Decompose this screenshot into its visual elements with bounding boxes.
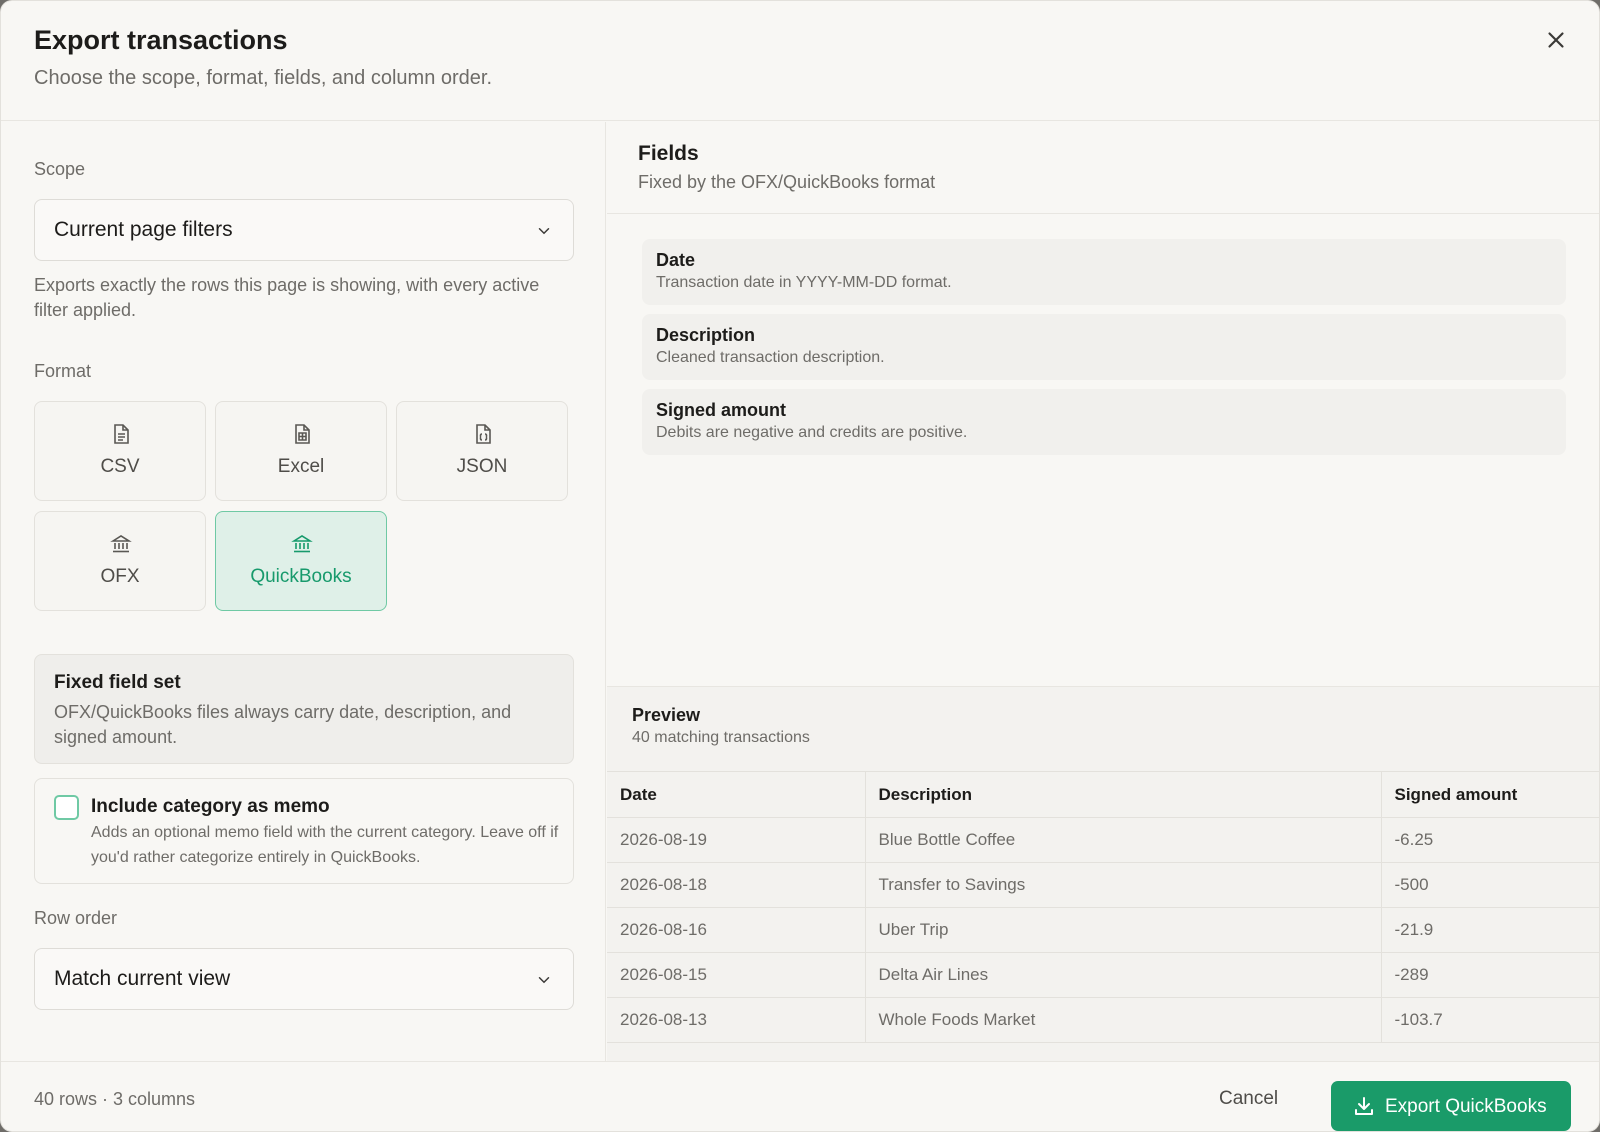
export-button[interactable]: Export QuickBooks (1331, 1081, 1571, 1131)
format-option-label: JSON (456, 456, 508, 477)
fields-header: Fields Fixed by the OFX/QuickBooks forma… (607, 122, 1599, 214)
download-icon (1355, 1097, 1373, 1115)
file-text-icon (114, 424, 129, 444)
format-label: Format (34, 361, 92, 381)
memo-label[interactable]: Include category as memo (91, 796, 330, 818)
notice-description: OFX/QuickBooks files always carry date, … (54, 702, 512, 747)
export-dialog: Export transactions Choose the scope, fo… (0, 0, 1600, 1132)
field-item-description: Description Cleaned transaction descript… (642, 314, 1566, 380)
format-option-excel[interactable]: Excel (215, 401, 387, 501)
field-item-date: Date Transaction date in YYYY-MM-DD form… (642, 239, 1566, 305)
preview-table: Date Description Signed amount 2026-08-1… (607, 771, 1599, 1043)
cell-description: Transfer to Savings (864, 862, 1381, 908)
table-row: 2026-08-19 Blue Bottle Coffee -6.25 (607, 817, 1599, 863)
field-description: Debits are negative and credits are posi… (656, 424, 968, 441)
row-order-value: Match current view (54, 967, 231, 990)
close-icon[interactable] (1543, 27, 1569, 53)
dialog-header: Export transactions Choose the scope, fo… (1, 1, 1599, 121)
table-row: 2026-08-18 Transfer to Savings -500 (607, 862, 1599, 908)
chevron-down-icon (538, 228, 550, 235)
field-name: Signed amount (656, 400, 786, 420)
scope-value: Current page filters (54, 218, 233, 241)
spreadsheet-icon (295, 424, 310, 444)
column-header: Date (607, 771, 865, 818)
scope-select[interactable]: Current page filters (34, 199, 574, 261)
scope-label: Scope (34, 159, 86, 179)
scope-help: Exports exactly the rows this page is sh… (34, 275, 540, 320)
fields-panel: Fields Fixed by the OFX/QuickBooks forma… (607, 122, 1599, 1062)
dialog-footer: 40 rows · 3 columns Cancel Export QuickB… (1, 1061, 1599, 1131)
cell-description: Blue Bottle Coffee (864, 817, 1381, 863)
format-option-quickbooks[interactable]: QuickBooks (215, 511, 387, 611)
table-row: 2026-08-15 Delta Air Lines -289 (607, 952, 1599, 998)
dialog-subtitle: Choose the scope, format, fields, and co… (34, 67, 493, 89)
format-option-label: Excel (277, 456, 325, 477)
include-memo-checkbox[interactable] (54, 795, 79, 820)
cell-description: Uber Trip (864, 907, 1381, 953)
field-name: Date (656, 250, 696, 270)
format-option-csv[interactable]: CSV (34, 401, 206, 501)
cancel-button[interactable]: Cancel (1219, 1088, 1278, 1110)
fixed-field-set-notice: Fixed field set OFX/QuickBooks files alw… (34, 654, 574, 764)
cell-amount: -21.9 (1380, 907, 1599, 953)
cell-amount: -6.25 (1380, 817, 1599, 863)
row-order-label: Row order (34, 908, 118, 928)
cell-amount: -500 (1380, 862, 1599, 908)
chevron-down-icon (538, 977, 550, 984)
field-description: Transaction date in YYYY-MM-DD format. (656, 274, 952, 291)
field-item-signed-amount: Signed amount Debits are negative and cr… (642, 389, 1566, 455)
json-file-icon (476, 424, 491, 444)
preview-subtitle: 40 matching transactions (632, 729, 810, 746)
column-header: Description (864, 771, 1381, 818)
fields-title: Fields (638, 142, 699, 165)
memo-option-card: Include category as memo Adds an optiona… (34, 778, 574, 884)
cell-date: 2026-08-16 (607, 907, 865, 953)
fields-subtitle: Fixed by the OFX/QuickBooks format (638, 172, 936, 192)
export-button-label: Export QuickBooks (1385, 1096, 1547, 1117)
table-header-row: Date Description Signed amount (607, 771, 1599, 818)
column-header: Signed amount (1380, 771, 1599, 818)
table-row: 2026-08-16 Uber Trip -21.9 (607, 907, 1599, 953)
row-order-select[interactable]: Match current view (34, 948, 574, 1010)
cell-description: Whole Foods Market (864, 997, 1381, 1043)
cell-date: 2026-08-19 (607, 817, 865, 863)
format-option-label: QuickBooks (250, 566, 352, 587)
field-description: Cleaned transaction description. (656, 349, 885, 366)
cell-amount: -103.7 (1380, 997, 1599, 1043)
cell-description: Delta Air Lines (864, 952, 1381, 998)
table-row: 2026-08-13 Whole Foods Market -103.7 (607, 997, 1599, 1043)
export-summary: 40 rows · 3 columns (34, 1089, 196, 1109)
bank-icon (110, 535, 132, 553)
format-option-json[interactable]: JSON (396, 401, 568, 501)
options-panel: Scope Current page filters Exports exact… (1, 122, 606, 1062)
bank-icon (291, 535, 313, 553)
format-option-label: OFX (100, 566, 140, 587)
preview-title: Preview (632, 705, 701, 725)
cell-date: 2026-08-13 (607, 997, 865, 1043)
preview-section: Preview 40 matching transactions Date De… (607, 686, 1599, 1062)
cell-amount: -289 (1380, 952, 1599, 998)
format-option-ofx[interactable]: OFX (34, 511, 206, 611)
notice-title: Fixed field set (54, 672, 181, 693)
format-option-label: CSV (100, 456, 140, 477)
cell-date: 2026-08-18 (607, 862, 865, 908)
dialog-title: Export transactions (34, 25, 288, 55)
cell-date: 2026-08-15 (607, 952, 865, 998)
memo-description: Adds an optional memo field with the cur… (91, 824, 559, 866)
field-name: Description (656, 325, 756, 345)
